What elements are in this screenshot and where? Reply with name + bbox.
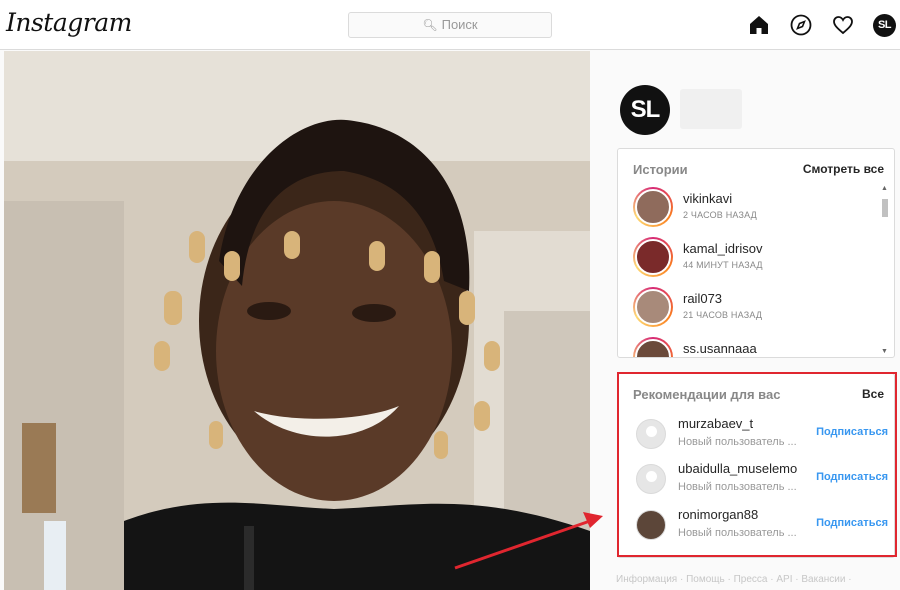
story-time: 21 ЧАСОВ НАЗАД [683,310,763,320]
profile-username-blurred[interactable] [680,89,742,129]
see-all-stories-link[interactable]: Смотреть все [803,162,884,176]
search-icon: 🔍︎ [422,18,438,32]
story-username: kamal_idrisov [683,241,763,256]
scroll-up-arrow-icon[interactable]: ▲ [881,185,888,192]
story-item[interactable]: rail073 21 ЧАСОВ НАЗАД [633,287,873,331]
story-item[interactable]: ss.usannaaa [633,337,873,357]
story-time: 2 ЧАСОВ НАЗАД [683,210,757,220]
post-photo-illustration [4,51,590,590]
post-photo[interactable] [4,51,590,590]
story-avatar [633,287,673,327]
stories-title: Истории [633,162,688,177]
highlight-frame [617,372,897,557]
profile-avatar-icon[interactable]: SL [873,14,896,37]
story-username: ss.usannaaa [683,341,757,356]
footer-links[interactable]: Информация · Помощь · Пресса · API · Вак… [616,574,852,585]
explore-compass-icon[interactable] [789,13,813,37]
story-item[interactable]: kamal_idrisov 44 МИНУТ НАЗАД [633,237,873,281]
stories-panel: Истории Смотреть все vikinkavi 2 ЧАСОВ Н… [617,148,895,358]
story-avatar [633,237,673,277]
scrollbar-thumb[interactable] [882,199,888,217]
top-navigation-bar: Instagram 🔍︎ Поиск SL [0,0,900,50]
scroll-down-arrow-icon[interactable]: ▼ [881,348,888,355]
home-icon[interactable] [747,13,771,37]
instagram-logo[interactable]: Instagram [6,8,132,37]
profile-avatar[interactable]: SL [620,85,670,135]
search-placeholder: Поиск [441,17,478,32]
story-username: rail073 [683,291,723,306]
story-time: 44 МИНУТ НАЗАД [683,260,763,270]
stories-scrollbar[interactable]: ▲ ▼ [880,185,890,355]
story-avatar [633,187,673,227]
story-item[interactable]: vikinkavi 2 ЧАСОВ НАЗАД [633,187,873,231]
story-avatar [633,337,673,357]
story-username: vikinkavi [683,191,733,206]
activity-heart-icon[interactable] [831,13,855,37]
search-input[interactable]: 🔍︎ Поиск [348,12,552,38]
